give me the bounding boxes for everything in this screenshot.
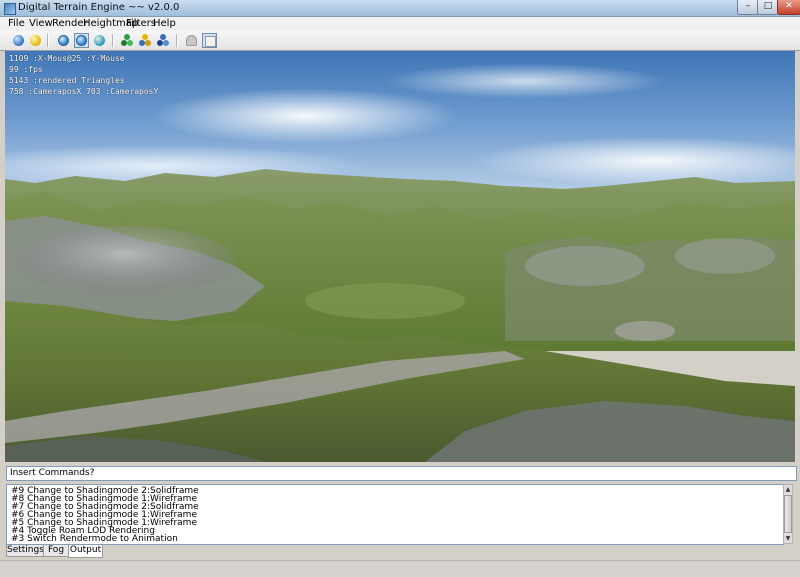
blue-sphere-button[interactable]	[11, 33, 26, 48]
hud-overlay: 1109 :X-Mous@25 :Y-Mouse 99 :fps 5143 :r…	[9, 53, 158, 97]
cluster-dot	[127, 40, 133, 46]
hud-fps: 99 :fps	[9, 65, 43, 74]
toolbar-separator	[47, 34, 49, 47]
status-bar	[0, 560, 800, 577]
output-log[interactable]: #9 Change to Shadingmode 2:Solidframe #8…	[6, 484, 784, 545]
toolbar-separator	[176, 34, 178, 47]
hud-mouse-position: 1109 :X-Mous@25 :Y-Mouse	[9, 54, 125, 63]
terrain-render	[5, 169, 795, 462]
globe-alt-icon	[94, 35, 105, 46]
blue-cluster-button[interactable]	[156, 33, 171, 48]
hud-camera-position: 758 :CameraposX 703 :CameraposY	[9, 87, 159, 96]
hud-triangles: 5143 :rendered Triangles	[9, 76, 125, 85]
yellow-cluster-icon	[139, 34, 152, 47]
tab-settings[interactable]: Settings	[6, 545, 44, 557]
menu-help[interactable]: Help	[153, 17, 176, 31]
blue-cluster-icon	[157, 34, 170, 47]
command-input[interactable]	[6, 466, 797, 481]
maximize-button[interactable]: □	[757, 0, 779, 15]
toolbar	[0, 31, 800, 51]
scroll-down-icon[interactable]: ▼	[784, 534, 792, 543]
title-bar[interactable]: Digital Terrain Engine ~~ v2.0.0 – □ ✕	[0, 0, 800, 17]
window-title: Digital Terrain Engine ~~ v2.0.0	[18, 2, 180, 13]
disabled-tool-icon	[186, 35, 197, 46]
disabled-tool-button[interactable]	[184, 33, 199, 48]
cluster-dot	[145, 40, 151, 46]
app-window: Digital Terrain Engine ~~ v2.0.0 – □ ✕ F…	[0, 0, 800, 577]
scroll-thumb[interactable]	[784, 495, 792, 533]
globe-button[interactable]	[56, 33, 71, 48]
green-cluster-button[interactable]	[120, 33, 135, 48]
scroll-up-icon[interactable]: ▲	[784, 485, 792, 494]
globe-selected-button[interactable]	[74, 33, 89, 48]
menu-view[interactable]: View	[29, 17, 53, 31]
yellow-cluster-button[interactable]	[138, 33, 153, 48]
menu-file[interactable]: File	[8, 17, 25, 31]
frame-tool-button[interactable]	[202, 33, 217, 48]
menu-filters[interactable]: Filters	[126, 17, 156, 31]
cluster-dot	[163, 40, 169, 46]
globe-icon	[58, 35, 69, 46]
app-icon	[4, 3, 16, 15]
globe-alt-button[interactable]	[92, 33, 107, 48]
frame-icon	[205, 36, 216, 47]
globe-selected-icon	[76, 35, 87, 46]
tab-output[interactable]: Output	[68, 545, 103, 558]
tab-fog[interactable]: Fog	[43, 545, 69, 557]
yellow-sphere-icon	[30, 35, 41, 46]
blue-sphere-icon	[13, 35, 24, 46]
minimize-button[interactable]: –	[737, 0, 759, 15]
close-button[interactable]: ✕	[777, 0, 800, 15]
terrain-viewport[interactable]: 1109 :X-Mous@25 :Y-Mouse 99 :fps 5143 :r…	[5, 51, 795, 462]
green-cluster-icon	[121, 34, 134, 47]
log-line: #3 Switch Rendermode to Animation	[11, 534, 178, 544]
toolbar-separator	[112, 34, 114, 47]
log-scrollbar[interactable]: ▲ ▼	[783, 484, 793, 544]
yellow-sphere-button[interactable]	[28, 33, 43, 48]
menu-bar: File View Render Heightmap Filters Help	[0, 17, 800, 31]
